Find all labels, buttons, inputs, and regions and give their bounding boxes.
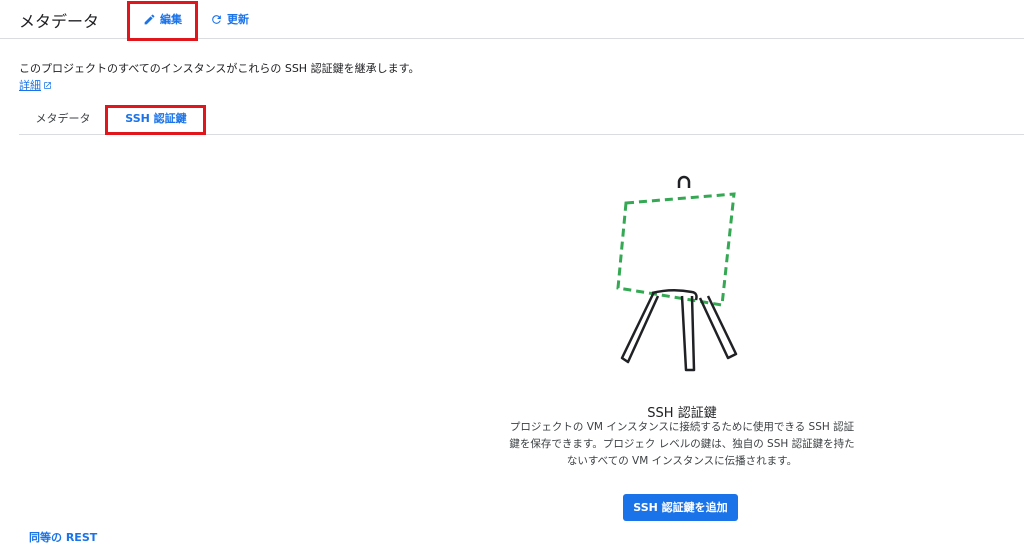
- empty-state-line: 鍵を保存できます。プロジェク レベルの鍵は、独自の SSH 認証鍵を持た: [509, 438, 855, 450]
- tab-metadata[interactable]: メタデータ: [19, 106, 107, 134]
- empty-state-line: プロジェクトの VM インスタンスに接続するために使用できる SSH 認証: [509, 421, 855, 433]
- external-link-icon: [44, 81, 51, 89]
- equivalent-rest-link[interactable]: 同等の REST: [29, 529, 97, 545]
- refresh-icon: [212, 14, 221, 24]
- edit-highlight-box: [127, 1, 198, 41]
- add-ssh-key-button[interactable]: SSH 認証鍵を追加: [623, 494, 738, 521]
- learn-more-label: 詳細: [19, 79, 41, 92]
- learn-more-link[interactable]: 詳細: [19, 77, 52, 93]
- empty-state-line: ないすべての VM インスタンスに伝播されます。: [566, 455, 798, 467]
- easel-illustration: [616, 175, 738, 372]
- inheritance-description: このプロジェクトのすべてのインスタンスがこれらの SSH 認証鍵を継承します。: [19, 62, 420, 75]
- refresh-button-label: 更新: [227, 13, 249, 26]
- page-title: メタデータ: [19, 12, 100, 31]
- empty-state-body: プロジェクトの VM インスタンスに接続するために使用できる SSH 認証 鍵を…: [462, 419, 902, 470]
- ssh-tab-highlight-box: [105, 105, 206, 135]
- refresh-button[interactable]: 更新: [210, 11, 249, 27]
